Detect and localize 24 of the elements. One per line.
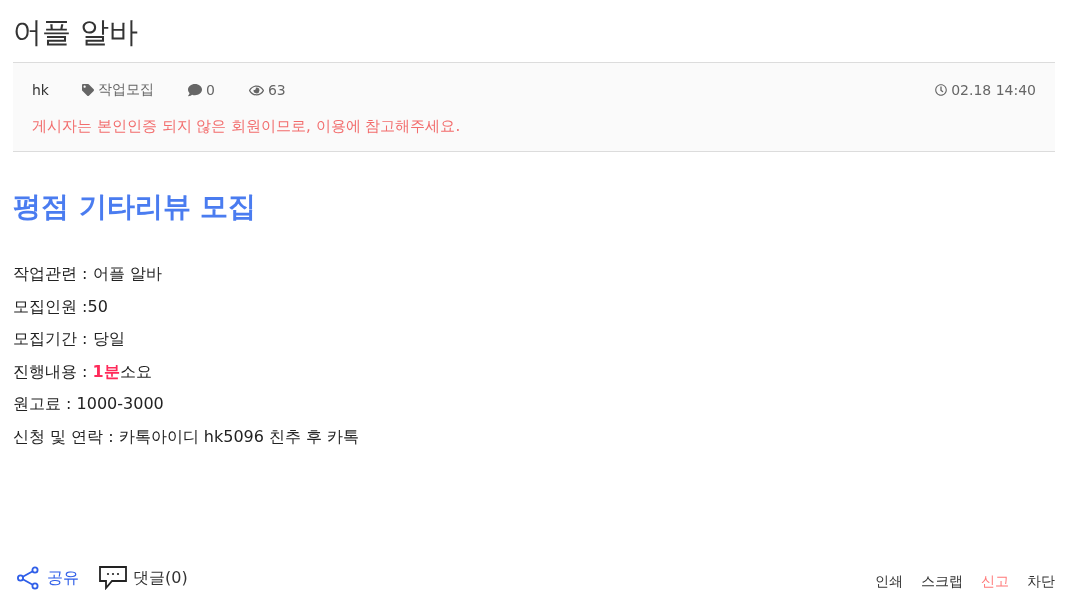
- content-heading: 평점 기타리뷰 모집: [13, 189, 258, 225]
- clock-icon: [935, 84, 948, 96]
- action-link[interactable]: 스크랩: [921, 573, 963, 591]
- content-line: 모집인원 :50: [13, 295, 109, 318]
- share-link[interactable]: 공유: [16, 566, 79, 590]
- comment-count: 0: [206, 82, 215, 98]
- action-link[interactable]: 인쇄: [875, 573, 903, 591]
- action-link[interactable]: 차단: [1027, 573, 1055, 591]
- content-line: 작업관련 : 어플 알바: [13, 263, 163, 285]
- content-line: 신청 및 연락 : 카톡아이디 hk5096 친추 후 카톡: [13, 425, 361, 448]
- content-line: 진행내용 : 1분소요: [13, 360, 153, 383]
- share-icon: [16, 566, 40, 590]
- view-count: 63: [267, 82, 286, 98]
- author-name[interactable]: hk: [32, 82, 49, 98]
- category-label[interactable]: 작업모집: [98, 81, 154, 99]
- speech-bubble-icon: [188, 83, 202, 97]
- post-datetime: 02.18 14:40: [951, 82, 1036, 98]
- content-line: 원고료 : 1000-3000: [13, 393, 165, 416]
- comments-link[interactable]: 댓글(0): [99, 566, 188, 590]
- content-line: 모집기간 : 당일: [13, 328, 126, 351]
- verification-notice: 게시자는 본인인증 되지 않은 회원이므로, 이용에 참고해주세요.: [32, 116, 462, 137]
- post-title: 어플 알바: [13, 14, 140, 51]
- tag-icon: [82, 84, 94, 96]
- speech-bubble-dots-icon: [99, 566, 127, 590]
